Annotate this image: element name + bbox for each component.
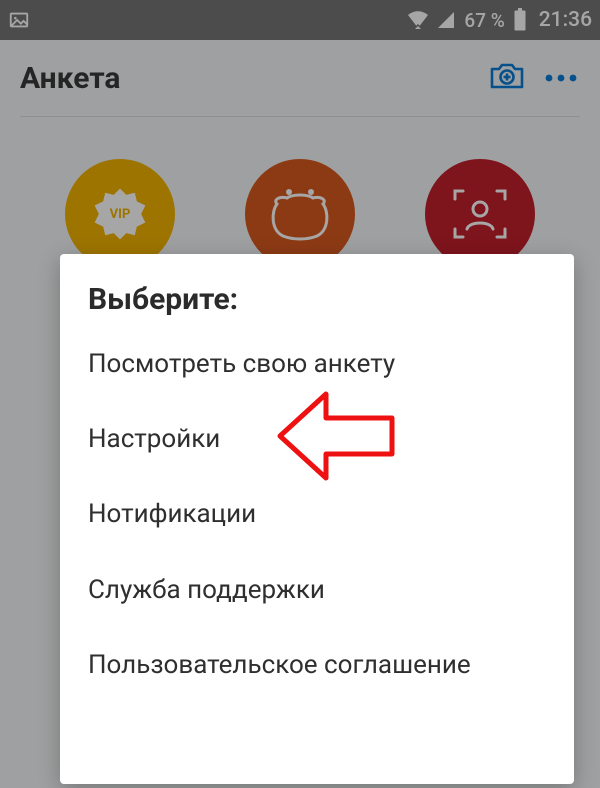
page-title: Анкета [20, 61, 488, 96]
modal-item-support[interactable]: Служба поддержки [88, 553, 546, 628]
svg-text:VIP: VIP [110, 207, 131, 222]
face-scan-button[interactable] [425, 159, 535, 269]
header-divider [20, 116, 580, 117]
more-options-button[interactable] [542, 69, 580, 88]
vip-badge-button[interactable]: VIP [65, 159, 175, 269]
picture-icon [8, 9, 30, 31]
modal-item-agreement[interactable]: Пользовательское соглашение [88, 628, 546, 703]
clock: 21:36 [539, 8, 592, 32]
app-header: Анкета [0, 40, 600, 116]
wifi-icon [406, 10, 430, 30]
battery-icon [513, 8, 527, 32]
status-bar: 67 % 21:36 [0, 0, 600, 40]
modal-title: Выберите: [88, 282, 546, 317]
battery-percent: 67 % [464, 9, 504, 32]
options-modal: Выберите: Посмотреть свою анкету Настрой… [60, 254, 574, 784]
wallet-button[interactable] [245, 159, 355, 269]
modal-item-settings[interactable]: Настройки [88, 402, 546, 477]
cellular-icon [436, 10, 456, 30]
camera-add-button[interactable] [488, 59, 526, 97]
modal-item-view-profile[interactable]: Посмотреть свою анкету [88, 327, 546, 402]
modal-item-notifications[interactable]: Нотификации [88, 477, 546, 552]
